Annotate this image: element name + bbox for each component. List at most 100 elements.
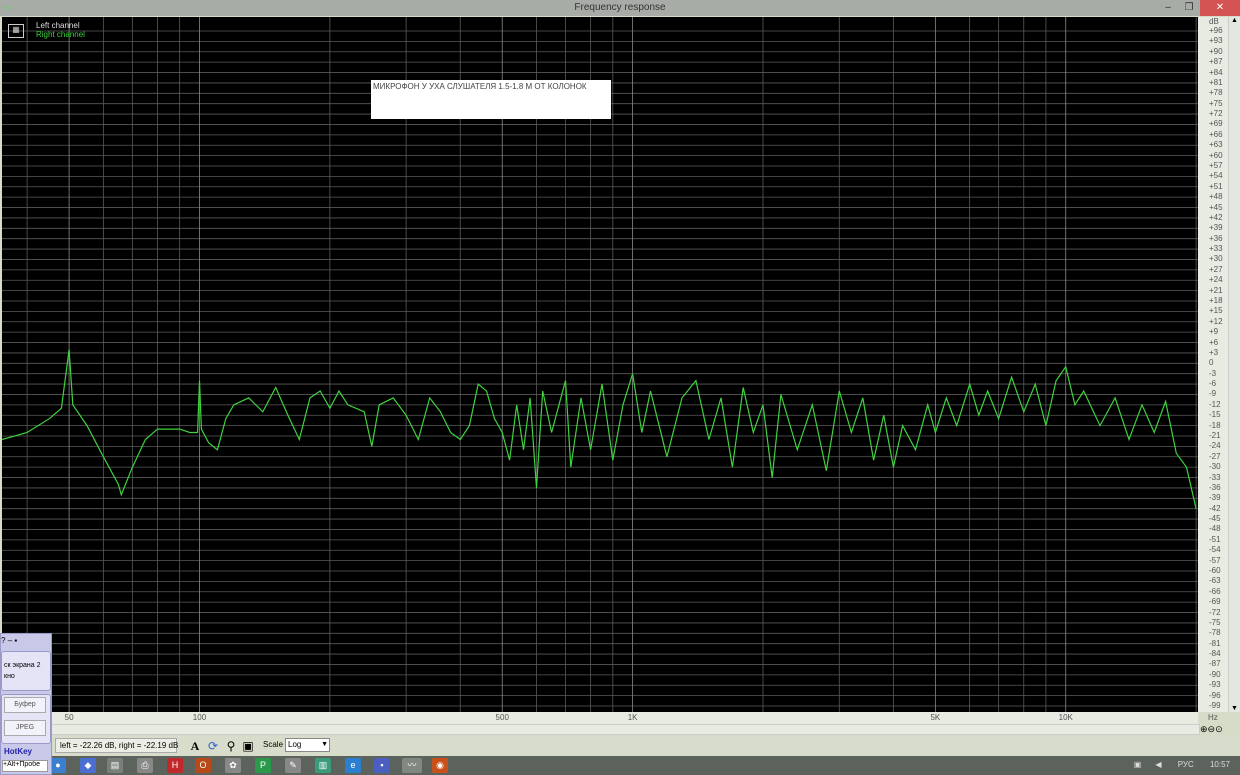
taskbar-app-icon[interactable]: ✎ bbox=[285, 758, 301, 773]
font-icon[interactable]: A bbox=[187, 738, 203, 754]
y-tick-label: -96 bbox=[1209, 690, 1221, 700]
y-tick-label: +63 bbox=[1209, 140, 1223, 150]
save-icon[interactable]: ▣ bbox=[240, 738, 256, 754]
y-tick-label: -33 bbox=[1209, 472, 1221, 482]
volume-icon[interactable]: ◀ bbox=[1155, 760, 1161, 769]
y-tick-label: +18 bbox=[1209, 296, 1223, 305]
y-tick-label: +90 bbox=[1209, 46, 1223, 56]
x-unit-label: Hz bbox=[1208, 713, 1218, 722]
y-tick-label: +36 bbox=[1209, 233, 1223, 243]
y-tick-label: +78 bbox=[1209, 88, 1223, 98]
help-icon[interactable]: ? bbox=[1, 636, 5, 645]
y-tick-label: +69 bbox=[1209, 119, 1223, 129]
y-tick-label: -39 bbox=[1209, 493, 1221, 503]
zoom-out-icon[interactable]: ⊖ bbox=[1208, 724, 1216, 734]
zoom-in-icon[interactable]: ⊕ bbox=[1200, 724, 1208, 734]
clock[interactable]: 10:57 bbox=[1210, 760, 1230, 769]
y-tick-label: -66 bbox=[1209, 586, 1221, 596]
scale-value: Log bbox=[288, 740, 302, 749]
taskbar-app-icon[interactable]: ▤ bbox=[107, 758, 123, 773]
y-tick-label: +48 bbox=[1209, 192, 1223, 202]
y-tick-label: +93 bbox=[1209, 36, 1223, 46]
refresh-icon[interactable]: ⟳ bbox=[205, 738, 221, 754]
taskbar-app-icon[interactable]: ✿ bbox=[225, 758, 241, 773]
taskbar: ● ◆ ▤ ⎙ H O ✿ P ✎ ▥ e ▪ 〰 ◉ ▣ ◀ РУС 10:57 bbox=[0, 756, 1240, 775]
scale-label: Scale bbox=[263, 740, 284, 749]
taskbar-app-icon[interactable]: ⎙ bbox=[137, 758, 153, 773]
chart-svg bbox=[2, 17, 1198, 712]
y-tick-label: -75 bbox=[1209, 617, 1221, 627]
close-icon[interactable]: ▪ bbox=[14, 636, 17, 645]
close-button[interactable]: ✕ bbox=[1200, 0, 1240, 16]
taskbar-app-icon[interactable]: 〰 bbox=[402, 758, 422, 773]
y-tick-label: +51 bbox=[1209, 181, 1223, 191]
y-tick-label: +9 bbox=[1209, 327, 1219, 337]
taskbar-app-icon[interactable]: ● bbox=[50, 758, 66, 773]
y-tick-label: -42 bbox=[1209, 503, 1221, 513]
y-tick-label: -30 bbox=[1209, 462, 1221, 472]
x-tick-label: 1K bbox=[627, 713, 638, 722]
y-tick-label: +57 bbox=[1209, 161, 1223, 170]
y-tick-label: -36 bbox=[1209, 482, 1221, 492]
cursor-readout: left = -22.26 dB, right = -22.19 dB bbox=[55, 738, 178, 753]
panel-controls: ? – ▪ bbox=[1, 636, 17, 645]
y-tick-label: -27 bbox=[1209, 451, 1221, 461]
zoom-fit-icon[interactable]: ⊙ bbox=[1215, 724, 1223, 734]
y-tick-label: -90 bbox=[1209, 669, 1221, 679]
y-tick-label: -21 bbox=[1209, 431, 1221, 440]
y-tick-label: -12 bbox=[1209, 399, 1221, 409]
y-tick-label: -78 bbox=[1209, 628, 1221, 638]
network-icon[interactable]: ▣ bbox=[1134, 760, 1142, 769]
taskbar-app-icon[interactable]: ▥ bbox=[315, 758, 331, 773]
y-tick-label: +96 bbox=[1209, 26, 1223, 35]
taskbar-app-icon[interactable]: O bbox=[195, 758, 211, 773]
taskbar-app-icon[interactable]: P bbox=[255, 758, 271, 773]
y-tick-label: +81 bbox=[1209, 77, 1223, 87]
minimize-button[interactable]: – bbox=[1158, 0, 1178, 16]
scale-select[interactable]: Log ▼ bbox=[285, 738, 330, 752]
y-tick-label: +42 bbox=[1209, 212, 1223, 222]
y-tick-label: -84 bbox=[1209, 649, 1221, 659]
x-tick-label: 5K bbox=[930, 713, 941, 722]
zoom-controls: ⊕⊖⊙ bbox=[1200, 724, 1223, 735]
y-tick-label: -45 bbox=[1209, 514, 1221, 524]
y-tick-label: +21 bbox=[1209, 285, 1223, 295]
jpeg-button[interactable]: JPEG bbox=[4, 720, 46, 736]
buffer-button[interactable]: Буфер bbox=[4, 697, 46, 713]
minimize-icon[interactable]: – bbox=[8, 636, 12, 645]
taskbar-app-icon[interactable]: H bbox=[167, 758, 183, 773]
zoom-tool-icon[interactable]: ⚲ bbox=[223, 738, 239, 754]
y-unit-label: dB bbox=[1209, 17, 1219, 26]
window-title: Frequency response bbox=[574, 2, 666, 13]
y-tick-label: +33 bbox=[1209, 244, 1223, 254]
y-tick-label: -93 bbox=[1209, 680, 1221, 690]
y-tick-label: +12 bbox=[1209, 316, 1223, 326]
y-axis: dB +96 +93 +90 +87 +84 +81 +78 +75 +72 +69 +66 +63 +6… bbox=[1198, 17, 1228, 712]
y-tick-label: +45 bbox=[1209, 202, 1223, 212]
y-tick-label: -63 bbox=[1209, 576, 1221, 586]
maximize-button[interactable]: ❐ bbox=[1178, 0, 1200, 16]
legend-toggle-icon[interactable]: ▦ bbox=[8, 24, 24, 38]
taskbar-app-icon[interactable]: e bbox=[345, 758, 361, 773]
horizontal-scrollbar[interactable] bbox=[50, 724, 1200, 735]
vertical-scrollbar[interactable]: ▲ ▼ bbox=[1228, 17, 1240, 712]
y-tick-label: -57 bbox=[1209, 555, 1221, 565]
taskbar-app-icon[interactable]: ◆ bbox=[80, 758, 96, 773]
y-tick-label: +72 bbox=[1209, 109, 1223, 119]
taskbar-app-icon[interactable]: ◉ bbox=[432, 758, 448, 773]
system-tray: ▣ ◀ РУС 10:57 bbox=[1120, 760, 1230, 769]
y-tick-label: -69 bbox=[1209, 597, 1221, 607]
y-tick-label: +6 bbox=[1209, 337, 1219, 347]
taskbar-app-icon[interactable]: ▪ bbox=[374, 758, 390, 773]
language-indicator[interactable]: РУС bbox=[1178, 760, 1194, 769]
y-tick-label: +75 bbox=[1209, 98, 1223, 108]
bottom-toolbar: left = -22.26 dB, right = -22.19 dB A ⟳ … bbox=[0, 736, 1240, 756]
y-tick-label: -48 bbox=[1209, 524, 1221, 534]
y-tick-label: -81 bbox=[1209, 638, 1221, 648]
y-tick-label: -24 bbox=[1209, 441, 1221, 451]
hotkey-select[interactable]: +Alt+Пробе bbox=[2, 760, 48, 772]
annotation-box: МИКРОФОН У УХА СЛУШАТЕЛЯ 1.5-1.8 М ОТ КО… bbox=[371, 80, 611, 119]
y-tick-label: 0 bbox=[1209, 358, 1214, 368]
y-tick-label: +54 bbox=[1209, 171, 1223, 181]
frequency-plot[interactable]: ▦ Left channel Right channel bbox=[2, 17, 1198, 712]
